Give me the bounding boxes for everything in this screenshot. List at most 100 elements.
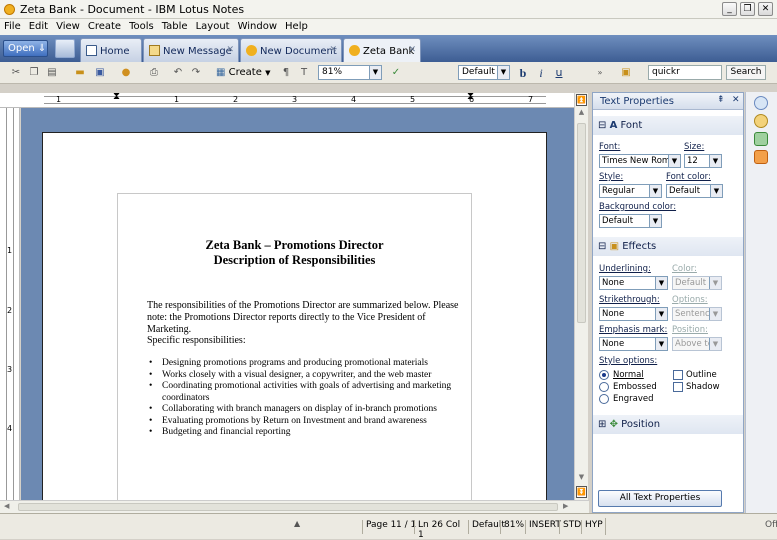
zoom-select[interactable]: 81% ▼ [318,65,382,80]
menu-layout[interactable]: Layout [192,20,234,32]
tab-zeta-bank[interactable]: Zeta Bank ✕ [343,38,421,62]
chevron-down-icon[interactable]: ▼ [709,277,721,289]
right-indent-marker[interactable]: ⧗ [467,91,474,102]
chevron-down-icon[interactable]: ▼ [497,66,509,79]
undo-icon[interactable]: ↶ [170,65,186,81]
scroll-bottom-icon[interactable]: ⏬ [576,486,587,498]
status-insert[interactable]: INSERT [525,520,561,534]
menu-window[interactable]: Window [234,20,281,32]
cut-icon[interactable]: ✂ [8,65,24,81]
status-zoom[interactable]: 81% [500,520,525,534]
style-select[interactable]: Regular ▼ [599,184,662,198]
tab-home[interactable]: Home [80,38,142,62]
minimize-button[interactable]: _ [722,2,737,16]
sametime-contacts-icon[interactable] [754,96,768,110]
chevron-down-icon[interactable]: ▼ [710,185,722,197]
embossed-radio[interactable] [599,382,609,392]
emphasis-mark-select[interactable]: None ▼ [599,337,668,351]
strikethrough-select[interactable]: None ▼ [599,307,668,321]
feeds-icon[interactable] [754,150,768,164]
close-tab-icon[interactable]: ✕ [226,45,234,55]
open-button[interactable]: Open ⇓ [3,40,48,57]
all-text-properties-button[interactable]: All Text Properties [598,490,722,507]
search-button[interactable]: Search [726,65,766,80]
save-icon[interactable]: ▣ [92,65,108,81]
status-hyp[interactable]: HYP [581,520,605,534]
horizontal-scrollbar[interactable]: ◀ ▶ [0,500,589,513]
redo-icon[interactable]: ↷ [188,65,204,81]
bold-button[interactable]: b [515,65,531,81]
chevron-down-icon[interactable]: ▼ [649,185,661,197]
font-name-select[interactable]: Times New Roman ▼ [599,154,681,168]
menu-view[interactable]: View [52,20,84,32]
menu-table[interactable]: Table [158,20,192,32]
scroll-top-icon[interactable]: ⏫ [576,94,587,106]
search-scope-icon[interactable]: ▣ [618,65,634,81]
chevron-down-icon[interactable]: ▼ [655,277,667,289]
restore-button[interactable]: ❐ [740,2,755,16]
chevron-down-icon[interactable]: ▼ [649,215,661,227]
scroll-down-icon[interactable]: ▼ [576,473,587,485]
engraved-radio[interactable] [599,394,609,404]
horizontal-ruler[interactable]: 1 ⧗ 1 2 3 4 5 6 7 ⧗ [0,91,575,108]
chevron-down-icon[interactable]: ▼ [655,308,667,320]
status-up-icon[interactable]: ▲ [294,519,300,528]
menu-file[interactable]: File [0,20,25,32]
chevron-down-icon[interactable]: ▼ [709,308,721,320]
copy-icon[interactable]: ❐ [26,65,42,81]
text-properties-icon[interactable]: T [296,65,312,81]
scroll-up-icon[interactable]: ▲ [576,108,587,120]
chevron-down-icon[interactable]: ▼ [369,66,381,79]
font-section-header[interactable]: ⊟ A Font [593,116,743,135]
create-menu-button[interactable]: ▦ Create ▼ [216,65,272,81]
scroll-right-icon[interactable]: ▶ [563,502,568,510]
strikethrough-options-select[interactable]: Sentence ▼ [672,307,722,321]
chevron-down-icon[interactable]: ▼ [668,155,680,167]
overflow-chevron-icon[interactable]: » [592,65,608,81]
day-at-a-glance-icon[interactable] [754,132,768,146]
menu-tools[interactable]: Tools [125,20,158,32]
close-panel-icon[interactable]: ✕ [732,95,740,105]
show-windows-button[interactable] [55,39,75,58]
vertical-scroll-thumb[interactable] [577,123,586,323]
outline-checkbox[interactable] [673,370,683,380]
open-folder-icon[interactable]: ▬ [72,65,88,81]
spell-check-icon[interactable]: ✓ [388,65,404,81]
left-indent-marker[interactable]: ⧗ [113,91,120,102]
chevron-down-icon[interactable]: ▼ [709,155,721,167]
close-tab-icon[interactable]: ✕ [408,45,416,55]
position-section-header[interactable]: ⊞ ✥ Position [593,415,743,434]
horizontal-scroll-thumb[interactable] [18,503,558,511]
close-button[interactable]: ✕ [758,2,773,16]
status-online[interactable]: Off [765,520,777,530]
lotus-notes-icon[interactable] [4,4,15,15]
status-std[interactable]: STD [559,520,581,534]
close-tab-icon[interactable]: ✕ [329,45,337,55]
tab-new-document[interactable]: New Document ✕ [240,38,342,62]
paste-icon[interactable]: ▤ [44,65,60,81]
document-page[interactable]: Zeta Bank – Promotions Director Descript… [42,132,547,500]
underline-button[interactable]: u [551,65,567,81]
shadow-checkbox[interactable] [673,382,683,392]
menu-edit[interactable]: Edit [25,20,52,32]
tab-new-message[interactable]: New Message ✕ [143,38,239,62]
underline-color-select[interactable]: Default ▼ [672,276,722,290]
underlining-select[interactable]: None ▼ [599,276,668,290]
effects-section-header[interactable]: ⊟ ▣ Effects [593,237,743,256]
chevron-down-icon[interactable]: ▼ [709,338,721,350]
paragraph-style-icon[interactable]: ¶ [278,65,294,81]
background-color-select[interactable]: Default ▼ [599,214,662,228]
chevron-down-icon[interactable]: ▼ [655,338,667,350]
panel-menu-icon[interactable]: ⇞ [717,95,725,105]
font-select[interactable]: Default T ▼ [458,65,510,80]
menu-create[interactable]: Create [84,20,125,32]
font-size-select[interactable]: 12 ▼ [684,154,722,168]
sametime-icon[interactable]: ● [118,65,134,81]
activities-icon[interactable] [754,114,768,128]
status-style[interactable]: Default [468,520,505,534]
print-icon[interactable]: ⎙ [146,65,162,81]
vertical-scrollbar[interactable]: ⏫ ▲ ▼ ⏬ [574,93,588,500]
font-color-select[interactable]: Default ▼ [666,184,723,198]
search-input[interactable]: quickr [648,65,722,80]
scroll-left-icon[interactable]: ◀ [4,502,9,510]
